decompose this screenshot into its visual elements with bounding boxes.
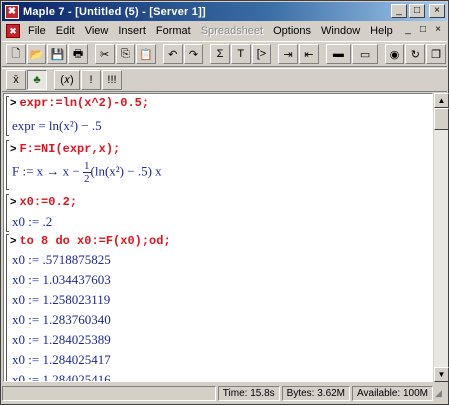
status-available: Available: 100M xyxy=(352,386,433,401)
open-icon[interactable]: 📂 xyxy=(26,44,47,64)
group-bracket[interactable] xyxy=(6,140,9,190)
menu-edit[interactable]: Edit xyxy=(51,25,80,37)
sum-icon[interactable]: Σ xyxy=(210,44,230,64)
maple-leaf-icon[interactable]: ✖ xyxy=(5,4,19,19)
maple-window: ✖ Maple 7 - [Untitled (5) - [Server 1]] … xyxy=(0,0,449,405)
menu-view[interactable]: View xyxy=(80,25,114,37)
help-icon[interactable]: ❐ xyxy=(426,44,446,64)
menu-file[interactable]: File xyxy=(23,25,51,37)
output-line: x0 := .2 xyxy=(12,214,53,229)
main-toolbar: 🗋 📂 💾 🖶 ✂ ⎘ 📋 ↶ ↷ Σ T [> ⇥ ⇤ ▬ ▭ ◉ ↻ ❐ xyxy=(2,41,447,67)
status-bytes: Bytes: 3.62M xyxy=(281,386,351,401)
status-bar: Time: 15.8s Bytes: 3.62M Available: 100M… xyxy=(2,384,447,403)
group-bracket[interactable] xyxy=(6,96,9,136)
doc-restore-button[interactable]: □ xyxy=(416,23,430,36)
zoom-out-icon[interactable]: ▭ xyxy=(352,44,378,64)
scroll-up-icon[interactable]: ▲ xyxy=(434,93,449,108)
title-bar[interactable]: ✖ Maple 7 - [Untitled (5) - [Server 1]] … xyxy=(2,2,447,21)
new-icon[interactable]: 🗋 xyxy=(6,44,26,64)
output-line: expr = ln(x²) − .5 xyxy=(12,118,102,133)
input-icon[interactable]: [> xyxy=(251,44,272,64)
menu-format[interactable]: Format xyxy=(151,25,196,37)
window-title: Maple 7 - [Untitled (5) - [Server 1]] xyxy=(23,5,206,18)
output-line: F := x → x − 1 2 (ln(x²) − .5) x xyxy=(12,160,162,185)
output-left: F := x → x − xyxy=(12,163,84,179)
input-line[interactable]: > F:=NI(expr,x); xyxy=(10,142,120,156)
copy-icon[interactable]: ⎘ xyxy=(115,44,136,64)
exec-all-icon[interactable]: !!! xyxy=(102,70,122,90)
input-line[interactable]: > expr:=ln(x^2)-0.5; xyxy=(10,96,149,110)
scroll-thumb[interactable] xyxy=(434,108,449,130)
command-text[interactable]: x0:=0.2; xyxy=(19,195,77,209)
output-line: x0 := 1.284025389 xyxy=(12,332,111,347)
paste-icon[interactable]: 📋 xyxy=(136,44,156,64)
stop-icon[interactable]: ◉ xyxy=(384,44,405,64)
maximize-button[interactable]: □ xyxy=(409,4,425,18)
menu-help[interactable]: Help xyxy=(365,25,398,37)
command-text[interactable]: F:=NI(expr,x); xyxy=(19,142,120,156)
menu-insert[interactable]: Insert xyxy=(113,25,151,37)
fraction-numerator: 1 xyxy=(83,160,91,173)
outdent-icon[interactable]: ⇤ xyxy=(298,44,319,64)
command-text[interactable]: expr:=ln(x^2)-0.5; xyxy=(19,96,149,110)
print-icon[interactable]: 🖶 xyxy=(68,44,88,64)
worksheet[interactable]: > expr:=ln(x^2)-0.5; expr = ln(x²) − .5 >… xyxy=(3,93,433,382)
prompt: > xyxy=(10,143,17,155)
fraction: 12 xyxy=(83,160,91,185)
math-mode-icon[interactable]: (𝑥) xyxy=(54,70,80,90)
minimize-button[interactable]: _ xyxy=(391,4,407,18)
group-bracket[interactable] xyxy=(6,194,9,232)
output-line: x0 := 1.283760340 xyxy=(12,312,111,327)
vertical-scrollbar[interactable]: ▲ ▼ xyxy=(433,93,449,382)
document-icon[interactable]: ✖ xyxy=(6,24,20,38)
fraction-denominator: 2 xyxy=(84,173,90,185)
context-toolbar: x̄ ♣ (𝑥) ! !!! xyxy=(2,68,447,92)
maple-mode-icon[interactable]: ♣ xyxy=(27,70,47,90)
menu-bar: ✖ File Edit View Insert Format Spreadshe… xyxy=(2,22,447,40)
exec-icon[interactable]: ! xyxy=(81,70,101,90)
undo-icon[interactable]: ↶ xyxy=(162,44,183,64)
redo-icon[interactable]: ↷ xyxy=(183,44,204,64)
menu-window[interactable]: Window xyxy=(316,25,365,37)
menu-options[interactable]: Options xyxy=(268,25,316,37)
status-time: Time: 15.8s xyxy=(217,386,280,401)
group-bracket[interactable] xyxy=(6,234,9,381)
cut-icon[interactable]: ✂ xyxy=(94,44,115,64)
output-line: x0 := .5718875825 xyxy=(12,252,111,267)
output-line: x0 := 1.034437603 xyxy=(12,272,111,287)
doc-close-button[interactable]: × xyxy=(431,23,445,36)
output-right: (ln(x²) − .5) x xyxy=(90,163,162,179)
prompt: > xyxy=(10,196,17,208)
prompt: > xyxy=(10,235,17,247)
text-mode-icon[interactable]: x̄ xyxy=(6,70,26,90)
save-icon[interactable]: 💾 xyxy=(47,44,68,64)
output-line: x0 := 1.284025417 xyxy=(12,352,111,367)
text-icon[interactable]: T xyxy=(230,44,251,64)
zoom-in-icon[interactable]: ▬ xyxy=(325,44,352,64)
output-line: x0 := 1.258023119 xyxy=(12,292,111,307)
input-line[interactable]: > x0:=0.2; xyxy=(10,195,77,209)
input-line[interactable]: > to 8 do x0:=F(x0);od; xyxy=(10,234,171,248)
menu-spreadsheet: Spreadsheet xyxy=(200,25,264,37)
resize-grip-icon[interactable]: ◢ xyxy=(435,388,447,400)
doc-minimize-button[interactable]: _ xyxy=(401,23,415,36)
status-message xyxy=(2,386,216,401)
output-line: x0 := 1.284025416 xyxy=(12,372,111,382)
indent-icon[interactable]: ⇥ xyxy=(278,44,298,64)
command-text[interactable]: to 8 do x0:=F(x0);od; xyxy=(19,234,170,248)
scroll-down-icon[interactable]: ▼ xyxy=(434,367,449,382)
close-button[interactable]: × xyxy=(429,4,445,18)
prompt: > xyxy=(10,97,17,109)
restart-icon[interactable]: ↻ xyxy=(405,44,426,64)
